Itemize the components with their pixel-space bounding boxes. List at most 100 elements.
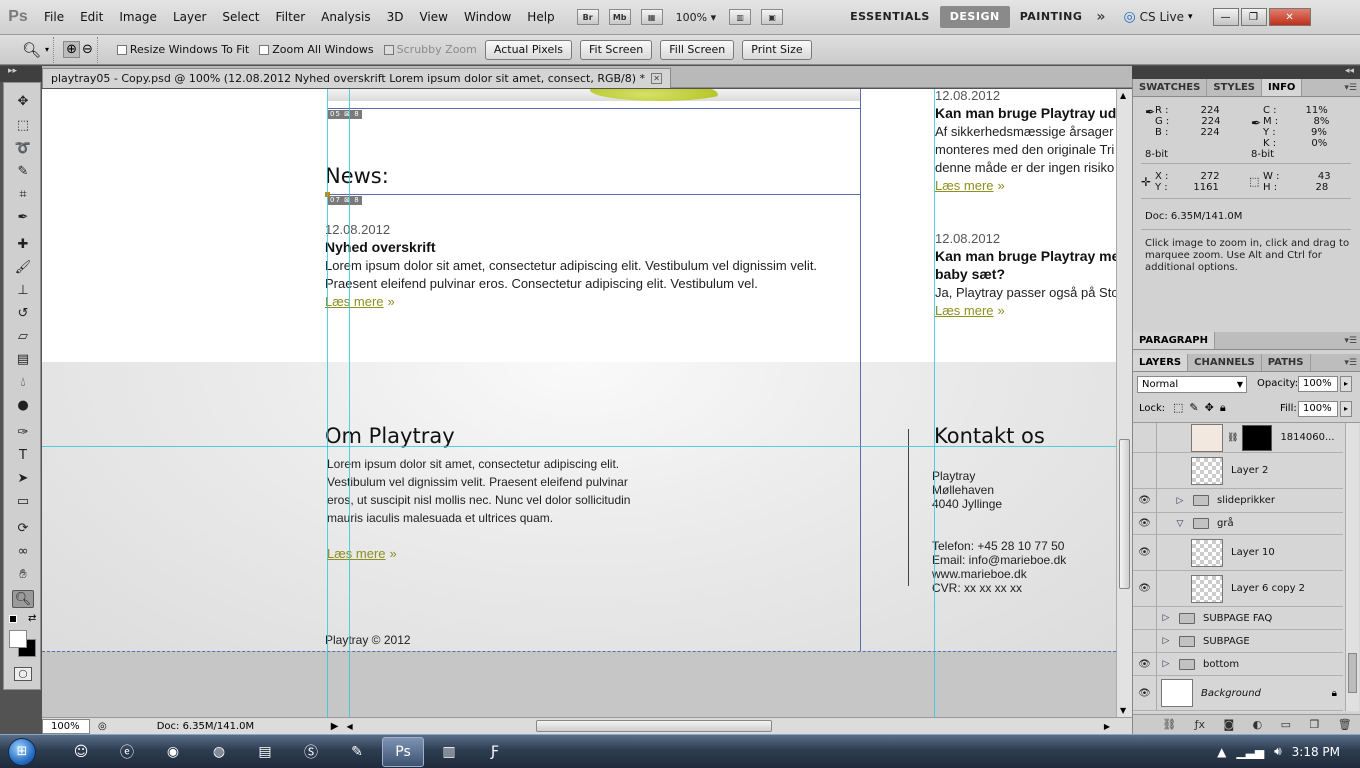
opacity-input[interactable]: 100% (1298, 376, 1338, 392)
rectangle-tool-icon[interactable]: ▭ (12, 493, 34, 511)
photoshop-taskbar-icon[interactable]: Ps (382, 736, 424, 767)
layer-row[interactable]: 👁︎ Layer 10 (1133, 535, 1343, 571)
zoom-all-windows-checkbox[interactable]: Zoom All Windows (259, 43, 374, 56)
visibility-eye-icon[interactable]: 👁︎ (1133, 513, 1157, 534)
expand-arrow-icon[interactable]: ▷ (1173, 496, 1187, 506)
document-tab[interactable]: playtray05 - Copy.psd @ 100% (12.08.2012… (42, 68, 672, 88)
panel-menu-icon[interactable]: ▾☰ (1344, 332, 1357, 350)
menu-filter[interactable]: Filter (267, 0, 313, 35)
panel-menu-icon[interactable]: ▾☰ (1344, 354, 1357, 372)
guide-vertical[interactable] (327, 89, 328, 717)
tab-info[interactable]: INFO (1261, 79, 1303, 96)
add-mask-icon[interactable]: ◙ (1223, 718, 1234, 731)
guide-vertical[interactable] (934, 89, 935, 717)
filezilla-icon[interactable]: Ƒ (474, 737, 516, 767)
3d-orbit-tool-icon[interactable]: ∞ (12, 543, 34, 561)
opacity-slider-button[interactable]: ▸ (1340, 376, 1352, 392)
blend-mode-select[interactable]: Normal ▼ (1137, 376, 1247, 393)
new-group-icon[interactable]: ▭ (1281, 718, 1291, 731)
layer-row[interactable]: 👁︎ ⛓ 1814060... (1133, 423, 1343, 453)
visibility-eye-icon[interactable]: 👁︎ (1133, 453, 1157, 488)
more-workspaces-icon[interactable]: » (1096, 9, 1105, 25)
extras-icon[interactable]: ▦ (640, 9, 663, 25)
visibility-eye-icon[interactable]: 👁︎ (1133, 535, 1157, 570)
swap-colors-icon[interactable]: ⇄ (28, 613, 36, 624)
menu-view[interactable]: View (411, 0, 455, 35)
tools-collapse-strip[interactable]: ▸▸ (0, 66, 42, 82)
adjustment-layer-icon[interactable]: ◐ (1253, 718, 1263, 731)
layer-group-row[interactable]: 👁︎ ▷ SUBPAGE FAQ (1133, 607, 1343, 630)
fill-screen-button[interactable]: Fill Screen (660, 39, 735, 60)
skype-icon[interactable]: Ⓢ (290, 737, 332, 767)
status-menu-arrow-icon[interactable]: ▶ (331, 721, 339, 732)
menu-window[interactable]: Window (456, 0, 519, 35)
zoom-level-select[interactable]: 100% ▾ (676, 11, 716, 24)
chrome-icon[interactable]: ◉ (152, 737, 194, 767)
menu-3d[interactable]: 3D (379, 0, 412, 35)
explorer-folder-icon[interactable]: ▤ (244, 737, 286, 767)
dodge-tool-icon[interactable]: ● (12, 397, 34, 415)
tab-channels[interactable]: CHANNELS (1188, 354, 1262, 371)
menu-image[interactable]: Image (111, 0, 165, 35)
quick-mask-icon[interactable]: ◯ (14, 667, 32, 681)
3d-rotate-tool-icon[interactable]: ⟳ (12, 520, 34, 538)
panel-menu-icon[interactable]: ▾☰ (1344, 79, 1357, 97)
notepad-icon[interactable]: ✎ (336, 737, 378, 767)
visibility-eye-icon[interactable]: 👁︎ (1133, 607, 1157, 629)
lasso-tool-icon[interactable]: ➰ (12, 140, 34, 158)
default-colors-icon[interactable] (9, 615, 17, 623)
tab-swatches[interactable]: SWATCHES (1133, 79, 1208, 96)
layer-row[interactable]: 👁︎ Background 🔒︎ (1133, 676, 1343, 711)
layer-group-row[interactable]: 👁︎ ▷ bottom (1133, 653, 1343, 676)
scroll-left-icon[interactable]: ◀ (346, 722, 352, 731)
workspace-design[interactable]: DESIGN (939, 6, 1010, 28)
volume-icon[interactable]: 🔊︎ (1274, 744, 1282, 759)
status-info-icon[interactable]: ◎ (98, 721, 107, 732)
hand-tool-icon[interactable]: ✋︎ (12, 566, 34, 584)
status-zoom-field[interactable]: 100% (42, 718, 90, 734)
menu-layer[interactable]: Layer (165, 0, 214, 35)
bridge-button[interactable]: Br (576, 9, 599, 25)
layers-scrollbar[interactable] (1345, 423, 1359, 711)
mini-bridge-button[interactable]: Mb (608, 9, 631, 25)
tab-layers[interactable]: LAYERS (1133, 354, 1189, 371)
vertical-scroll-thumb[interactable] (1119, 439, 1130, 589)
cs-live-button[interactable]: CS Live (1140, 10, 1184, 24)
panels-collapse-strip[interactable]: ◂◂ (1132, 66, 1360, 79)
foreground-color-swatch[interactable] (9, 630, 27, 648)
print-size-button[interactable]: Print Size (742, 39, 812, 60)
layer-group-row[interactable]: 👁︎ ▽ grå (1133, 513, 1343, 535)
eyedropper-tool-icon[interactable]: ✒ (12, 209, 34, 227)
internet-explorer-icon[interactable]: ⓔ (106, 737, 148, 767)
fill-input[interactable]: 100% (1298, 401, 1338, 417)
visibility-eye-icon[interactable]: 👁︎ (1133, 489, 1157, 512)
eraser-tool-icon[interactable]: ▱ (12, 328, 34, 346)
expand-arrow-icon[interactable]: ▷ (1159, 636, 1173, 646)
resize-windows-checkbox[interactable]: Resize Windows To Fit (116, 43, 249, 56)
close-button[interactable]: ✕ (1268, 8, 1311, 26)
lock-icons[interactable]: ⬚✎✥🔒︎ (1173, 401, 1232, 415)
menu-file[interactable]: File (36, 0, 72, 35)
screen-mode-icon[interactable]: ▣ (761, 9, 784, 25)
fill-slider-button[interactable]: ▸ (1340, 401, 1352, 417)
history-brush-tool-icon[interactable]: ↺ (12, 305, 34, 323)
arrange-documents-icon[interactable]: ▥ (729, 9, 752, 25)
visibility-eye-icon[interactable]: 👁︎ (1133, 571, 1157, 606)
zoom-tool-active-icon[interactable]: 🔍︎ (12, 590, 34, 608)
layer-group-row[interactable]: 👁︎ ▷ slideprikker (1133, 489, 1343, 513)
expand-arrow-icon[interactable]: ▷ (1159, 659, 1173, 669)
workspace-painting[interactable]: PAINTING (1010, 6, 1093, 28)
type-tool-icon[interactable]: T (12, 447, 34, 465)
collapse-arrow-icon[interactable]: ▽ (1173, 519, 1187, 529)
vertical-scrollbar[interactable]: ▲ ▼ (1116, 89, 1132, 717)
document-canvas[interactable]: 05 ⊠ 8 07 ⊠ 8 News: 12.08.2012 Nyhed ove… (42, 89, 1116, 717)
start-button[interactable]: ⊞ (0, 736, 44, 768)
archive-icon[interactable]: ▥ (428, 737, 470, 767)
tab-paths[interactable]: PATHS (1262, 354, 1311, 371)
minimize-button[interactable]: — (1212, 8, 1239, 26)
zoom-tool-icon[interactable]: 🔍︎ (22, 41, 41, 59)
show-hidden-icons-icon[interactable]: ▲ (1217, 745, 1226, 759)
crop-tool-icon[interactable]: ⌗ (12, 186, 34, 204)
scroll-right-icon[interactable]: ▶ (1104, 722, 1110, 731)
link-layers-icon[interactable]: ⛓ (1162, 718, 1176, 731)
